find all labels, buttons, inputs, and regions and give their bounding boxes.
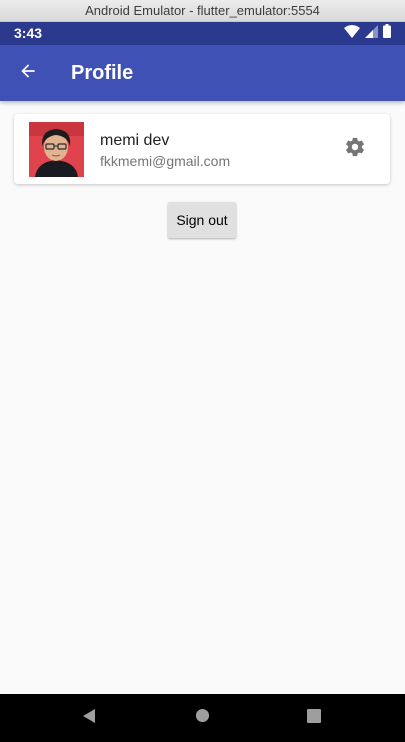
settings-button[interactable] [342, 136, 368, 162]
nav-back-button[interactable] [77, 706, 101, 730]
nav-recents-button[interactable] [302, 706, 326, 730]
user-name: memi dev [100, 132, 170, 149]
page-title: Profile [71, 62, 134, 84]
status-time: 3:43 [14, 25, 43, 41]
arrow-back-icon [18, 61, 38, 86]
system-nav-bar [0, 694, 405, 742]
sign-out-button[interactable]: Sign out [168, 202, 236, 238]
signal-icon [365, 24, 378, 43]
emulator-window: Android Emulator - flutter_emulator:5554… [0, 0, 405, 742]
wifi-icon [344, 24, 360, 43]
profile-card: memi dev fkkmemi@gmail.com [14, 114, 390, 184]
home-circle-icon [195, 708, 210, 728]
avatar [29, 122, 84, 177]
recents-square-icon [307, 708, 321, 728]
back-triangle-icon [81, 708, 97, 729]
window-title-bar: Android Emulator - flutter_emulator:5554 [0, 0, 405, 22]
window-title: Android Emulator - flutter_emulator:5554 [85, 3, 320, 18]
nav-home-button[interactable] [190, 706, 214, 730]
app-bar: Profile [0, 45, 405, 101]
user-email: fkkmemi@gmail.com [100, 153, 231, 169]
status-bar: 3:43 [0, 22, 405, 45]
back-button[interactable] [8, 53, 48, 93]
battery-icon [383, 24, 391, 43]
status-icons [344, 24, 391, 43]
gear-icon [344, 136, 366, 163]
